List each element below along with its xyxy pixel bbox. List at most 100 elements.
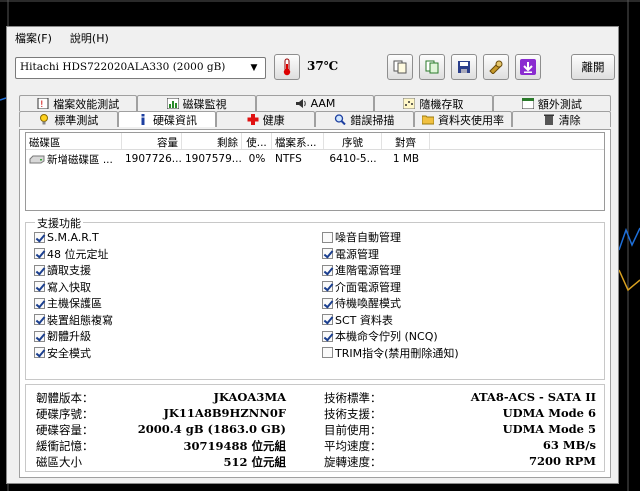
feature-label: SCT 資料表 [335, 313, 393, 327]
feature-checkbox[interactable]: 韌體升級 [34, 328, 91, 344]
info-label: 硬碟序號： [36, 407, 94, 421]
info-value: JKAOA3MA [213, 390, 287, 404]
info-label: 韌體版本： [36, 391, 94, 405]
checkbox-checked-icon[interactable] [322, 297, 333, 309]
checkbox-checked-icon[interactable] [34, 297, 45, 309]
feature-label: TRIM指令(禁用刪除通知) [335, 346, 459, 360]
info-value: 2000.4 gB (1863.0 GB) [137, 422, 286, 436]
tab-random-access[interactable]: 隨機存取 [374, 95, 493, 111]
random-access-icon [403, 98, 416, 109]
menu-help[interactable]: 說明(H) [70, 30, 109, 46]
copy-all-button[interactable] [419, 54, 445, 80]
checkbox-checked-icon[interactable] [34, 264, 45, 276]
copy-button[interactable] [387, 54, 413, 80]
tab-disk-monitor[interactable]: 磁碟監視 [137, 95, 256, 111]
tab-erase[interactable]: 清除 [512, 111, 612, 127]
checkbox-checked-icon[interactable] [322, 264, 333, 276]
tab-disk-info[interactable]: 硬碟資訊 [117, 111, 217, 127]
checkbox-checked-icon[interactable] [322, 314, 333, 325]
checkbox-checked-icon[interactable] [322, 248, 333, 259]
feature-checkbox[interactable]: 噪音自動管理 [322, 229, 401, 245]
feature-checkbox[interactable]: 48 位元定址 [34, 246, 109, 262]
info-row: 技術支援： UDMA Mode 6 [324, 406, 596, 422]
table-cell: 0% [248, 153, 266, 165]
checkbox-checked-icon[interactable] [34, 231, 45, 243]
checkbox-unchecked-icon[interactable] [322, 231, 333, 243]
feature-checkbox[interactable]: S.M.A.R.T [34, 229, 99, 245]
drive-select[interactable]: Hitachi HDS722020ALA330 (2000 gB) ▼ [15, 57, 266, 79]
feature-checkbox[interactable]: 待機喚醒模式 [322, 295, 401, 311]
checkbox-unchecked-icon[interactable] [322, 347, 333, 358]
checkbox-checked-icon[interactable] [322, 281, 333, 292]
tab-error-scan[interactable]: 錯誤掃描 [315, 111, 414, 127]
tab-file-benchmark[interactable]: ! 檔案效能測試 [19, 95, 138, 111]
thermometer-button[interactable] [274, 54, 300, 80]
menu-bar: 檔案(F) 說明(H) [7, 27, 618, 49]
info-value: 30719488 位元組 [183, 439, 286, 453]
checkbox-checked-icon[interactable] [322, 330, 333, 342]
column-header[interactable]: 磁碟區 [26, 133, 122, 149]
table-row[interactable]: 新增磁碟區 ... 1907726... 1907579... 0% NTFS … [26, 150, 604, 168]
tab-health[interactable]: 健康 [216, 111, 316, 127]
tab-label: 資料夾使用率 [438, 113, 505, 127]
table-cell: 1907579... [185, 153, 242, 165]
column-header[interactable]: 使... [242, 133, 272, 149]
monitor-chart-icon [166, 98, 179, 109]
chevron-down-icon: ▼ [250, 63, 258, 73]
download-button[interactable] [515, 54, 541, 80]
table-cell: 6410-5... [329, 153, 377, 165]
feature-label: 韌體升級 [47, 330, 91, 343]
feature-label: 讀取支援 [47, 264, 91, 277]
feature-checkbox[interactable]: 電源管理 [322, 246, 379, 262]
table-header: 磁碟區 容量 剩餘 使... 檔案系... 序號 對齊 [26, 133, 604, 150]
column-header[interactable]: 剩餘 [182, 133, 242, 149]
info-label: 平均速度： [324, 439, 382, 453]
tab-label: 健康 [262, 113, 285, 127]
feature-checkbox[interactable]: TRIM指令(禁用刪除通知) [322, 345, 459, 361]
toolbar: Hitachi HDS722020ALA330 (2000 gB) ▼ 37℃ [7, 53, 618, 87]
tab-folder-usage[interactable]: 資料夾使用率 [413, 111, 513, 127]
tab-extra-tests[interactable]: 額外測試 [492, 95, 612, 111]
options-button[interactable] [483, 54, 509, 80]
exit-button[interactable]: 離開 [571, 54, 615, 80]
info-value: UDMA Mode 6 [502, 406, 596, 420]
checkbox-checked-icon[interactable] [34, 314, 45, 325]
lightbulb-icon [40, 114, 49, 125]
tab-label: 清除 [558, 113, 581, 127]
feature-checkbox[interactable]: SCT 資料表 [322, 312, 393, 328]
menu-file[interactable]: 檔案(F) [15, 30, 52, 46]
feature-checkbox[interactable]: 裝置組態複寫 [34, 312, 113, 328]
feature-checkbox[interactable]: 安全模式 [34, 345, 91, 361]
tab-label: 額外測試 [537, 97, 582, 111]
feature-label: 電源管理 [335, 247, 379, 261]
floppy-disk-icon [458, 61, 470, 73]
feature-checkbox[interactable]: 寫入快取 [34, 279, 91, 295]
magnifier-icon [335, 114, 347, 125]
info-label: 旋轉速度： [324, 455, 382, 469]
checkbox-checked-icon[interactable] [34, 347, 45, 358]
info-row: 磁區大小 512 位元組 [36, 454, 286, 470]
feature-checkbox[interactable]: 進階電源管理 [322, 262, 401, 278]
feature-checkbox[interactable]: 主機保護區 [34, 295, 102, 311]
tab-label: 標準測試 [54, 113, 99, 127]
feature-checkbox[interactable]: 本機命令佇列 (NCQ) [322, 328, 438, 344]
column-header[interactable]: 容量 [122, 133, 182, 149]
column-header[interactable]: 檔案系... [272, 133, 324, 149]
tab-benchmark[interactable]: 標準測試 [19, 111, 118, 127]
column-header[interactable]: 序號 [324, 133, 382, 149]
save-button[interactable] [451, 54, 477, 80]
column-header[interactable]: 對齊 [382, 133, 430, 149]
info-value: ATA8-ACS - SATA II [470, 390, 596, 404]
checkbox-checked-icon[interactable] [34, 248, 45, 259]
drive-select-value: Hitachi HDS722020ALA330 (2000 gB) [20, 61, 226, 73]
info-row: 目前使用： UDMA Mode 5 [324, 422, 596, 438]
tab-aam[interactable]: AAM [255, 95, 375, 111]
checkbox-checked-icon[interactable] [34, 330, 45, 342]
extra-tests-icon [521, 98, 534, 109]
info-label: 磁區大小 [36, 455, 82, 469]
checkbox-checked-icon[interactable] [34, 281, 45, 292]
feature-checkbox[interactable]: 介面電源管理 [322, 279, 401, 295]
feature-checkbox[interactable]: 讀取支援 [34, 262, 91, 278]
temperature-readout: 37℃ [307, 59, 339, 73]
table-cell: NTFS [275, 153, 302, 165]
